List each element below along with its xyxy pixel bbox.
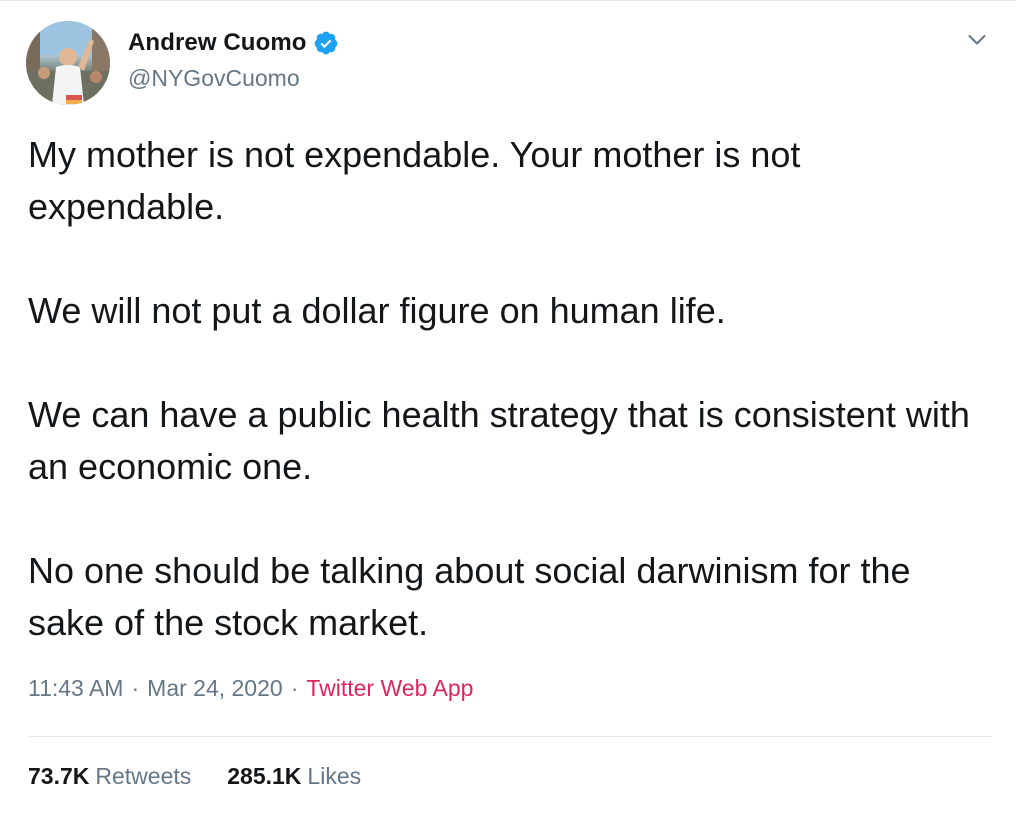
chevron-down-icon[interactable] [968,33,986,45]
verified-badge-icon [313,30,339,56]
tweet-paragraph: No one should be talking about social da… [28,550,911,643]
tweet-source-link[interactable]: Twitter Web App [306,675,473,701]
author-handle[interactable]: @NYGovCuomo [128,65,300,92]
retweets-count: 73.7K [28,763,90,789]
avatar-photo-icon [26,21,110,105]
author-display-name[interactable]: Andrew Cuomo [128,29,307,57]
tweet-card: Andrew Cuomo @NYGovCuomo My mother is no… [0,0,1016,820]
tweet-date[interactable]: Mar 24, 2020 [147,675,283,701]
likes-label: Likes [307,763,362,789]
tweet-paragraph: We can have a public health strategy tha… [28,394,970,487]
tweet-stats: 73.7K Retweets 285.1K Likes [28,763,361,790]
tweet-text: My mother is not expendable. Your mother… [28,129,988,649]
likes-count: 285.1K [227,763,302,789]
tweet-paragraph: My mother is not expendable. Your mother… [28,134,801,227]
tweet-paragraph: We will not put a dollar figure on human… [28,290,726,331]
author-name-row: Andrew Cuomo [128,29,339,57]
tweet-time[interactable]: 11:43 AM [28,675,123,701]
divider [28,736,992,737]
retweets-stat[interactable]: 73.7K Retweets [28,763,191,790]
tweet-metadata: 11:43 AM · Mar 24, 2020 · Twitter Web App [28,675,473,702]
likes-stat[interactable]: 285.1K Likes [227,763,361,790]
retweets-label: Retweets [95,763,192,789]
profile-avatar[interactable] [26,21,110,105]
meta-separator: · [131,675,140,701]
meta-separator: · [290,675,299,701]
